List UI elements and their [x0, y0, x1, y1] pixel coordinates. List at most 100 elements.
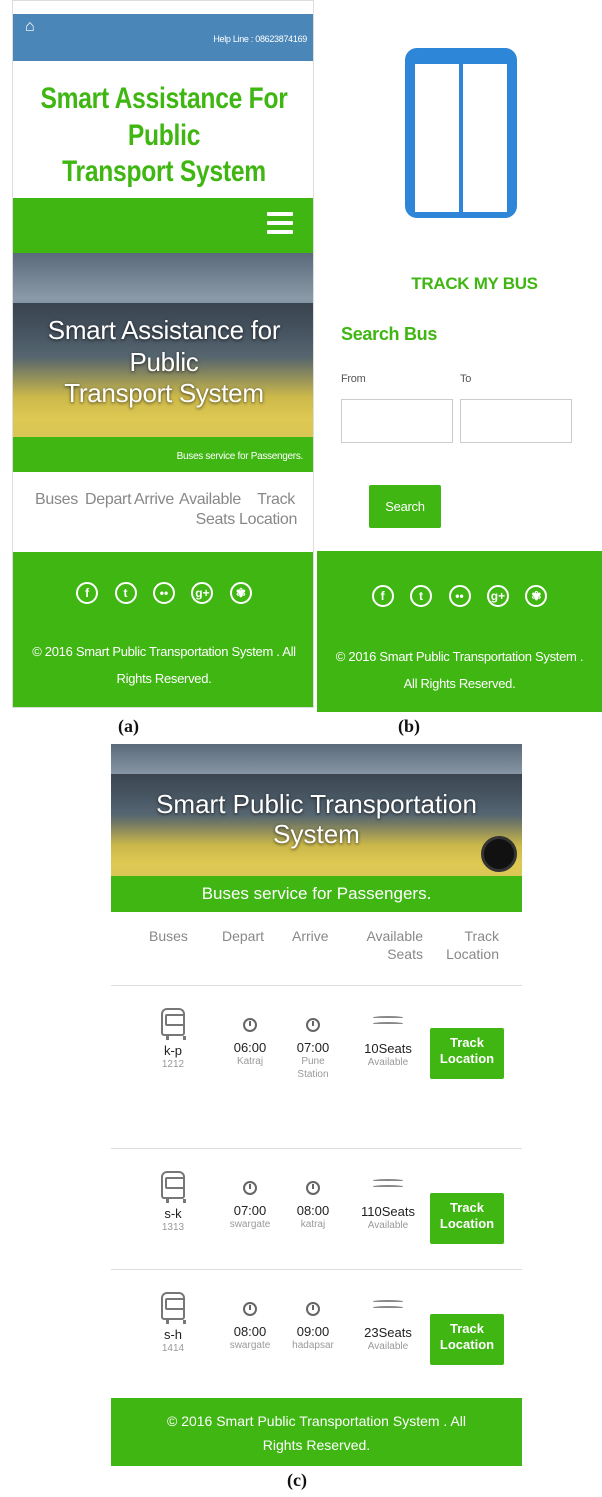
brand-title-line1: Smart Assistance For Public	[40, 82, 288, 152]
bus-cell: k-p 1212	[151, 1008, 195, 1071]
copyright-line2: Rights Reserved.	[116, 671, 212, 687]
hero-title-line2: System	[273, 818, 360, 849]
header-available-line1: Available	[366, 928, 423, 944]
social-links: f t •• g+ ✾	[317, 585, 602, 607]
bus-cell: s-h 1414	[151, 1292, 195, 1355]
depart-cell: 06:00 Katraj	[223, 1018, 277, 1068]
header-track-line2: Location	[446, 945, 499, 962]
copyright-line1: © 2016 Smart Public Transportation Syste…	[166, 1413, 466, 1429]
seats-count: 23Seats	[364, 1325, 412, 1340]
hero-subtitle: Buses service for Passengers.	[13, 437, 313, 472]
track-location-button[interactable]: Track Location	[430, 1028, 504, 1079]
copyright-line1: © 2016 Smart Public Transportation Syste…	[335, 649, 584, 664]
from-input[interactable]	[341, 399, 453, 443]
arrive-place-line2: Station	[297, 1069, 329, 1080]
bus-number: 1414	[161, 1343, 185, 1354]
bus-number: 1212	[161, 1059, 185, 1070]
brand-title-line2: Transport System	[62, 155, 266, 189]
facebook-icon[interactable]: f	[76, 582, 99, 604]
arrive-time: 07:00	[296, 1040, 330, 1055]
to-label: To	[460, 373, 472, 385]
to-input[interactable]	[460, 399, 572, 443]
header-track-line2: Location	[239, 511, 298, 528]
depart-place: swargate	[229, 1219, 271, 1230]
header-arrive: Arrive	[292, 928, 329, 944]
home-icon[interactable]: ⌂	[25, 18, 35, 36]
copyright-line2: All Rights Reserved.	[403, 676, 516, 692]
flickr-icon[interactable]: ••	[153, 582, 175, 604]
hero-banner: Smart Assistance for Public Transport Sy…	[13, 253, 313, 437]
table-row: k-p 1212 06:00 Katraj 07:00 Pune Station…	[111, 986, 522, 1106]
hero-title-line2: Transport System	[64, 378, 264, 409]
track-button-line1: Track	[450, 1200, 484, 1215]
arrive-time: 08:00	[296, 1203, 330, 1218]
facebook-icon[interactable]: f	[371, 585, 394, 607]
twitter-icon[interactable]: t	[114, 582, 137, 604]
table-row: s-k 1313 07:00 swargate 08:00 katraj 110…	[111, 1149, 522, 1269]
arrive-place: katraj	[300, 1219, 326, 1230]
track-button-line2: Location	[439, 1216, 495, 1232]
panel-c-bus-list: Smart Public Transportation System Buses…	[111, 744, 522, 1466]
header-track-line1: Track	[464, 928, 499, 944]
seat-icon	[373, 1298, 403, 1316]
track-location-button[interactable]: Track Location	[430, 1314, 504, 1365]
header-available-line2: Seats	[387, 945, 423, 962]
header-available-line1: Available	[179, 491, 241, 508]
seats-count: 110Seats	[361, 1204, 415, 1219]
depart-time: 07:00	[233, 1203, 267, 1218]
copyright-line2: Rights Reserved.	[262, 1436, 371, 1453]
caption-a: (a)	[118, 716, 139, 736]
route-code: k-p	[163, 1043, 183, 1058]
depart-time: 06:00	[233, 1040, 267, 1055]
header-track-line1: Track	[257, 491, 295, 508]
arrive-time: 09:00	[296, 1324, 330, 1339]
top-bar: ⌂ Help Line : 08623874169	[13, 14, 313, 61]
dribbble-icon[interactable]: ✾	[525, 585, 548, 607]
clock-icon	[306, 1018, 320, 1032]
hero-banner: Smart Public Transportation System	[111, 744, 522, 876]
google-plus-icon[interactable]: g+	[486, 585, 509, 607]
dribbble-icon[interactable]: ✾	[229, 582, 252, 604]
header-track-location: Track Location	[431, 928, 499, 963]
seats-cell: 110Seats Available	[351, 1177, 425, 1232]
arrive-cell: 08:00 katraj	[287, 1181, 339, 1231]
hero-title: Smart Public Transportation System	[111, 789, 522, 850]
bus-icon	[161, 1171, 186, 1203]
navbar	[13, 198, 313, 253]
hero-title-line1: Smart Assistance for Public	[47, 315, 281, 377]
track-button-line2: Location	[439, 1337, 495, 1353]
header-arrive: Arrive	[134, 491, 174, 508]
track-location-button[interactable]: Track Location	[430, 1193, 504, 1244]
hero-title: Smart Assistance for Public Transport Sy…	[13, 315, 313, 410]
arrive-place: hadapsar	[292, 1340, 334, 1351]
route-code: s-h	[163, 1327, 183, 1342]
google-plus-icon[interactable]: g+	[191, 582, 214, 604]
table-header: Buses Depart Arrive Available Seats Trac…	[13, 486, 313, 546]
flickr-icon[interactable]: ••	[448, 585, 471, 607]
copyright: © 2016 Smart Public Transportation Syste…	[317, 643, 602, 698]
menu-icon[interactable]	[267, 212, 293, 236]
table-row: s-h 1414 08:00 swargate 09:00 hadapsar 2…	[111, 1270, 522, 1390]
bus-icon	[161, 1008, 186, 1040]
clock-icon	[243, 1302, 257, 1316]
arrive-cell: 09:00 hadapsar	[281, 1302, 345, 1352]
bus-cell: s-k 1313	[151, 1171, 195, 1234]
footer: f t •• g+ ✾ © 2016 Smart Public Transpor…	[13, 552, 313, 707]
twitter-icon[interactable]: t	[410, 585, 433, 607]
header-available-seats: Available Seats	[179, 490, 241, 530]
depart-cell: 07:00 swargate	[219, 1181, 281, 1231]
hero-title-line1: Smart Public Transportation	[156, 789, 477, 819]
arrive-place: Pune	[301, 1056, 325, 1067]
seat-icon	[373, 1014, 403, 1032]
depart-cell: 08:00 swargate	[219, 1302, 281, 1352]
seats-available: Available	[367, 1220, 409, 1231]
from-label: From	[341, 373, 366, 385]
search-buses-button[interactable]: Search Buses	[369, 485, 441, 557]
panel-a-home-screen: ⌂ Help Line : 08623874169 Smart Assistan…	[12, 0, 314, 708]
depart-place: Katraj	[236, 1056, 264, 1067]
panel-b-track-screen: TRACK MY BUS Search Bus From To Search B…	[317, 0, 602, 712]
bus-icon	[161, 1292, 186, 1324]
clock-icon	[243, 1018, 257, 1032]
table-header: Buses Depart Arrive Available Seats Trac…	[111, 912, 522, 982]
track-button-line1: Track	[450, 1321, 484, 1336]
